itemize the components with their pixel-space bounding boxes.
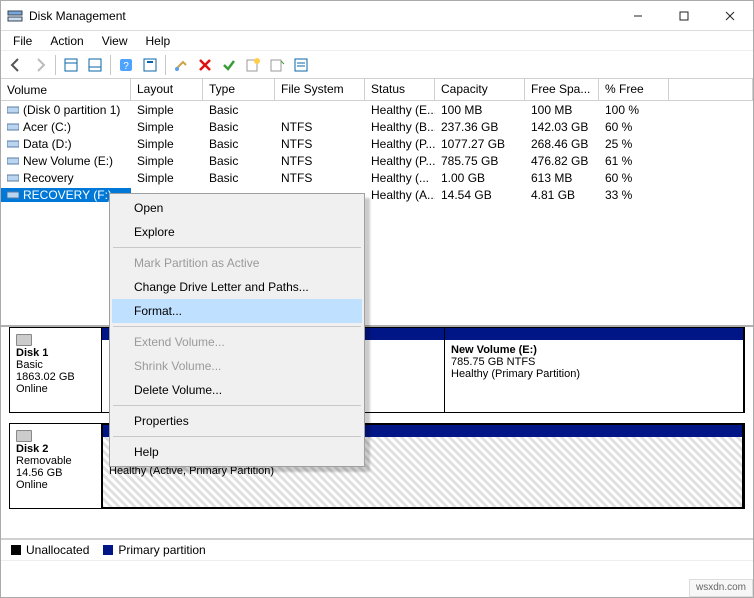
minimize-button[interactable] bbox=[615, 1, 661, 30]
context-menu-item[interactable]: Format... bbox=[112, 299, 362, 323]
context-menu-separator bbox=[113, 405, 361, 406]
col-header-layout[interactable]: Layout bbox=[131, 79, 203, 100]
partition[interactable]: New Volume (E:) 785.75 GB NTFS Healthy (… bbox=[444, 327, 744, 413]
status-text: wsxdn.com bbox=[689, 579, 753, 597]
menubar: File Action View Help bbox=[1, 31, 753, 51]
properties-icon[interactable] bbox=[290, 54, 312, 76]
col-header-volume[interactable]: Volume bbox=[1, 79, 131, 100]
disk-label: Disk 2 Removable 14.56 GB Online bbox=[10, 424, 102, 508]
context-menu-separator bbox=[113, 436, 361, 437]
menu-action[interactable]: Action bbox=[42, 32, 91, 50]
volume-name: New Volume (E:) bbox=[23, 154, 113, 168]
window-controls bbox=[615, 1, 753, 30]
col-header-type[interactable]: Type bbox=[203, 79, 275, 100]
help-icon[interactable]: ? bbox=[115, 54, 137, 76]
menu-file[interactable]: File bbox=[5, 32, 40, 50]
context-menu-item: Shrink Volume... bbox=[112, 354, 362, 378]
volume-row[interactable]: (Disk 0 partition 1)SimpleBasicHealthy (… bbox=[1, 101, 753, 118]
col-header-filesystem[interactable]: File System bbox=[275, 79, 365, 100]
window-title: Disk Management bbox=[29, 9, 615, 23]
volume-name: (Disk 0 partition 1) bbox=[23, 103, 120, 117]
swatch-primary bbox=[103, 545, 113, 555]
titlebar: Disk Management bbox=[1, 1, 753, 31]
new-partition-icon[interactable] bbox=[242, 54, 264, 76]
apply-icon[interactable] bbox=[218, 54, 240, 76]
context-menu-item[interactable]: Delete Volume... bbox=[112, 378, 362, 402]
view-bottom-icon[interactable] bbox=[84, 54, 106, 76]
volume-list-header: Volume Layout Type File System Status Ca… bbox=[1, 79, 753, 101]
disk-icon bbox=[16, 334, 32, 346]
volume-row[interactable]: New Volume (E:)SimpleBasicNTFSHealthy (P… bbox=[1, 152, 753, 169]
settings-icon[interactable] bbox=[139, 54, 161, 76]
context-menu-item[interactable]: Explore bbox=[112, 220, 362, 244]
legend-unallocated: Unallocated bbox=[11, 543, 89, 557]
context-menu-separator bbox=[113, 326, 361, 327]
app-icon bbox=[7, 8, 23, 24]
col-header-pct[interactable]: % Free bbox=[599, 79, 669, 100]
view-top-icon[interactable] bbox=[60, 54, 82, 76]
forward-button[interactable] bbox=[29, 54, 51, 76]
context-menu: OpenExplore Mark Partition as ActiveChang… bbox=[109, 193, 365, 467]
context-menu-item: Mark Partition as Active bbox=[112, 251, 362, 275]
svg-text:?: ? bbox=[123, 61, 129, 72]
disk-icon bbox=[16, 430, 32, 442]
maximize-button[interactable] bbox=[661, 1, 707, 30]
close-button[interactable] bbox=[707, 1, 753, 30]
menu-help[interactable]: Help bbox=[138, 32, 179, 50]
volume-row[interactable]: RecoverySimpleBasicNTFSHealthy (...1.00 … bbox=[1, 169, 753, 186]
disk-label: Disk 1 Basic 1863.02 GB Online bbox=[10, 328, 102, 412]
context-menu-item[interactable]: Change Drive Letter and Paths... bbox=[112, 275, 362, 299]
back-button[interactable] bbox=[5, 54, 27, 76]
delete-icon[interactable] bbox=[194, 54, 216, 76]
volume-name: Recovery bbox=[23, 171, 74, 185]
volume-row[interactable]: Data (D:)SimpleBasicNTFSHealthy (P...107… bbox=[1, 135, 753, 152]
refresh-icon[interactable] bbox=[170, 54, 192, 76]
context-menu-separator bbox=[113, 247, 361, 248]
context-menu-item[interactable]: Open bbox=[112, 196, 362, 220]
attach-icon[interactable] bbox=[266, 54, 288, 76]
context-menu-item: Extend Volume... bbox=[112, 330, 362, 354]
legend-primary: Primary partition bbox=[103, 543, 205, 557]
toolbar: ? bbox=[1, 51, 753, 79]
context-menu-item[interactable]: Help bbox=[112, 440, 362, 464]
col-header-status[interactable]: Status bbox=[365, 79, 435, 100]
volume-name: Acer (C:) bbox=[23, 120, 71, 134]
col-header-capacity[interactable]: Capacity bbox=[435, 79, 525, 100]
swatch-unallocated bbox=[11, 545, 21, 555]
col-header-free[interactable]: Free Spa... bbox=[525, 79, 599, 100]
volume-name: RECOVERY (F:) bbox=[23, 188, 112, 202]
context-menu-item[interactable]: Properties bbox=[112, 409, 362, 433]
volume-name: Data (D:) bbox=[23, 137, 72, 151]
menu-view[interactable]: View bbox=[94, 32, 136, 50]
volume-row[interactable]: Acer (C:)SimpleBasicNTFSHealthy (B...237… bbox=[1, 118, 753, 135]
legend: Unallocated Primary partition bbox=[1, 539, 753, 561]
